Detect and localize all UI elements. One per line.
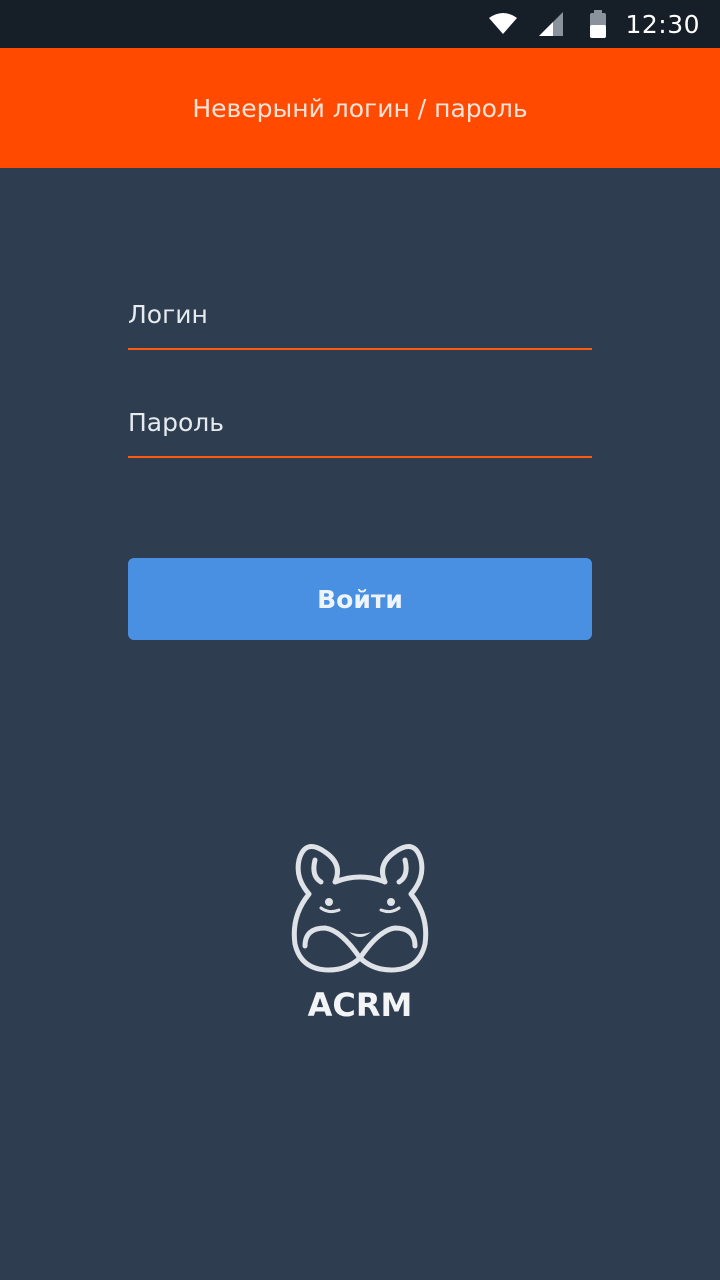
login-button-label: Войти <box>317 584 403 614</box>
login-input[interactable] <box>128 292 592 348</box>
login-button[interactable]: Войти <box>128 558 592 640</box>
status-bar: 12:30 <box>0 0 720 48</box>
status-icons: 12:30 <box>489 0 700 48</box>
password-input[interactable] <box>128 400 592 456</box>
password-field[interactable] <box>128 400 592 458</box>
signal-icon <box>539 12 564 36</box>
hamster-logo-icon <box>285 838 435 978</box>
app-name: ACRM <box>307 986 413 1024</box>
error-banner: Неверынй логин / пароль <box>0 48 720 168</box>
status-time: 12:30 <box>625 9 700 39</box>
battery-icon <box>589 10 607 38</box>
wifi-icon <box>489 13 518 35</box>
error-message: Неверынй логин / пароль <box>192 93 528 123</box>
login-field[interactable] <box>128 292 592 350</box>
